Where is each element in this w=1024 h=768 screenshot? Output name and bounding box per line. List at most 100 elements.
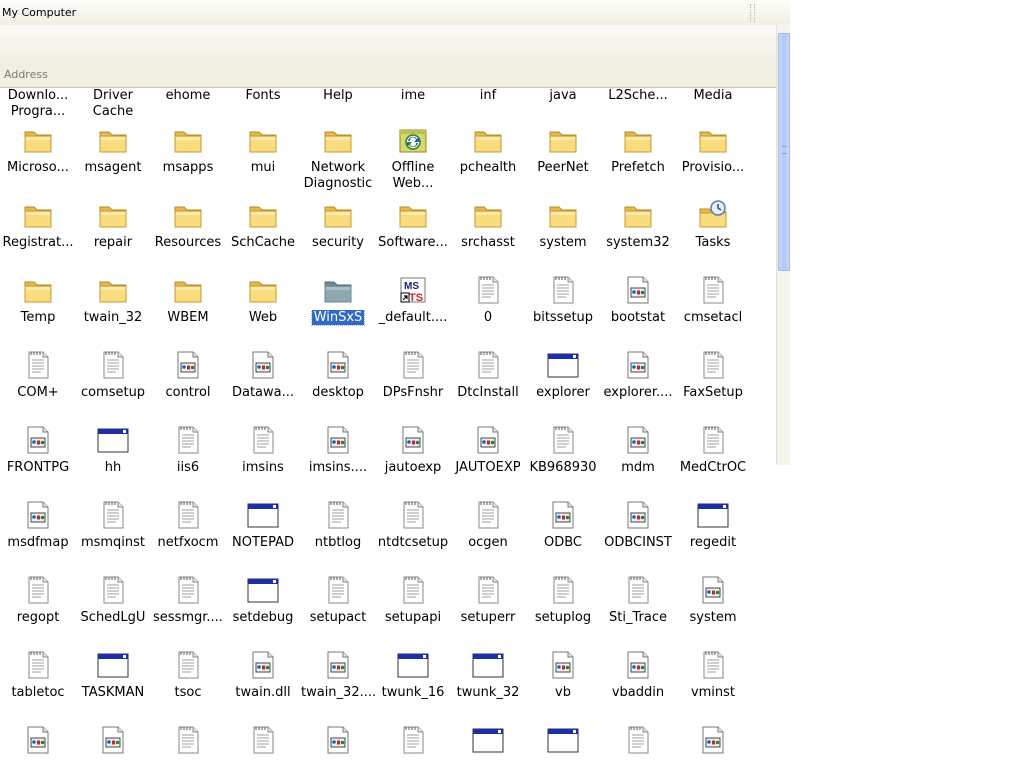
file-item[interactable]: MedCtrOC (676, 424, 750, 484)
file-item[interactable]: hh (76, 424, 150, 484)
file-item[interactable] (151, 724, 225, 768)
file-item[interactable] (301, 724, 375, 768)
file-item[interactable] (676, 724, 750, 768)
file-item[interactable]: PeerNet (526, 124, 600, 184)
file-item[interactable]: Offline Web... (376, 124, 450, 191)
file-item[interactable]: tabletoc (1, 649, 75, 709)
file-item[interactable]: SchCache (226, 199, 300, 259)
file-item[interactable]: twain_32 (76, 274, 150, 334)
file-item[interactable]: desktop (301, 349, 375, 409)
file-item[interactable]: imsins (226, 424, 300, 484)
file-item[interactable]: regopt (1, 574, 75, 634)
file-item[interactable]: comsetup (76, 349, 150, 409)
file-item[interactable]: sessmgr.... (151, 574, 225, 634)
file-item[interactable]: Datawa... (226, 349, 300, 409)
toolbar-gripper[interactable] (750, 4, 753, 22)
file-item[interactable]: setupact (301, 574, 375, 634)
file-item[interactable]: Tasks (676, 199, 750, 259)
file-item[interactable]: twain.dll (226, 649, 300, 709)
file-label-text: Microso... (7, 160, 69, 175)
file-item[interactable]: Sti_Trace (601, 574, 675, 634)
file-item[interactable]: msmqinst (76, 499, 150, 559)
file-item[interactable]: imsins.... (301, 424, 375, 484)
file-item[interactable]: WBEM (151, 274, 225, 334)
file-item[interactable]: twunk_16 (376, 649, 450, 709)
file-item[interactable]: control (151, 349, 225, 409)
file-item[interactable]: setdebug (226, 574, 300, 634)
file-item[interactable]: KB968930 (526, 424, 600, 484)
file-item[interactable] (526, 724, 600, 768)
file-item[interactable]: DPsFnshr (376, 349, 450, 409)
scrollbar-thumb[interactable] (778, 33, 790, 271)
file-item[interactable]: Provisio... (676, 124, 750, 184)
file-item[interactable]: ocgen (451, 499, 525, 559)
file-item[interactable]: Microso... (1, 124, 75, 184)
file-item[interactable] (1, 724, 75, 768)
file-item[interactable]: Web (226, 274, 300, 334)
file-item[interactable]: security (301, 199, 375, 259)
file-item[interactable]: msapps (151, 124, 225, 184)
file-item[interactable]: cmsetacl (676, 274, 750, 334)
vertical-scrollbar[interactable] (776, 25, 790, 465)
file-item[interactable]: 0 (451, 274, 525, 334)
file-item[interactable]: jautoexp (376, 424, 450, 484)
file-view[interactable]: Downlo... Progra... Driver Cache ehome Font… (0, 88, 776, 768)
file-item[interactable]: ntbtlog (301, 499, 375, 559)
app-window-icon (97, 424, 129, 456)
file-item[interactable]: Temp (1, 274, 75, 334)
file-item[interactable]: COM+ (1, 349, 75, 409)
file-item[interactable]: Network Diagnostic (301, 124, 375, 191)
file-item[interactable]: bitssetup (526, 274, 600, 334)
file-item[interactable]: ODBC (526, 499, 600, 559)
file-item[interactable]: bootstat (601, 274, 675, 334)
file-item[interactable]: vb (526, 649, 600, 709)
file-item[interactable]: setupapi (376, 574, 450, 634)
file-item[interactable]: Resources (151, 199, 225, 259)
file-label-text: FaxSetup (683, 385, 743, 400)
file-item[interactable]: pchealth (451, 124, 525, 184)
file-item[interactable]: twain_32.... (301, 649, 375, 709)
file-item[interactable]: WinSxS (301, 274, 375, 334)
file-item[interactable]: Software... (376, 199, 450, 259)
file-item[interactable]: srchasst (451, 199, 525, 259)
toolbar-gripper[interactable] (754, 4, 757, 22)
file-label-text: msmqinst (80, 535, 146, 550)
file-item[interactable]: mui (226, 124, 300, 184)
file-item[interactable]: netfxocm (151, 499, 225, 559)
file-item[interactable]: JAUTOEXP (451, 424, 525, 484)
file-item[interactable]: MS TS _default.... (376, 274, 450, 334)
file-item[interactable]: setuperr (451, 574, 525, 634)
file-item[interactable]: repair (76, 199, 150, 259)
file-item[interactable]: tsoc (151, 649, 225, 709)
file-label: iis6 (151, 460, 225, 476)
file-item[interactable]: setuplog (526, 574, 600, 634)
file-item[interactable]: FRONTPG (1, 424, 75, 484)
file-item[interactable]: system (526, 199, 600, 259)
file-item[interactable]: vbaddin (601, 649, 675, 709)
file-item[interactable]: ODBCINST (601, 499, 675, 559)
file-item[interactable]: system32 (601, 199, 675, 259)
file-item[interactable]: msagent (76, 124, 150, 184)
file-item[interactable]: Registrat... (1, 199, 75, 259)
file-item[interactable]: FaxSetup (676, 349, 750, 409)
file-item[interactable]: mdm (601, 424, 675, 484)
file-item[interactable]: vminst (676, 649, 750, 709)
file-item[interactable]: TASKMAN (76, 649, 150, 709)
file-item[interactable]: DtcInstall (451, 349, 525, 409)
file-item[interactable]: twunk_32 (451, 649, 525, 709)
file-item[interactable] (76, 724, 150, 768)
file-item[interactable]: SchedLgU (76, 574, 150, 634)
file-item[interactable]: msdfmap (1, 499, 75, 559)
file-item[interactable]: NOTEPAD (226, 499, 300, 559)
file-item[interactable] (376, 724, 450, 768)
file-item[interactable]: regedit (676, 499, 750, 559)
file-item[interactable]: iis6 (151, 424, 225, 484)
file-item[interactable]: ntdtcsetup (376, 499, 450, 559)
file-item[interactable] (451, 724, 525, 768)
file-item[interactable]: system (676, 574, 750, 634)
file-item[interactable]: explorer (526, 349, 600, 409)
file-item[interactable] (601, 724, 675, 768)
file-item[interactable]: explorer.... (601, 349, 675, 409)
file-item[interactable] (226, 724, 300, 768)
file-item[interactable]: Prefetch (601, 124, 675, 184)
